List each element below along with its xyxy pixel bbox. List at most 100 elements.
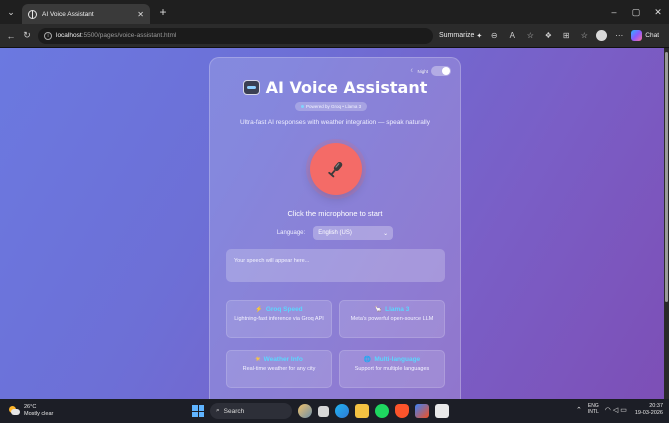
feature-title: ⚡ Groq Speed [227,306,331,313]
weather-widget[interactable]: 26°C Mostly clear [0,404,120,417]
temperature: 26°C [24,404,37,411]
task-view-icon[interactable] [318,405,329,417]
feature-card-groq: ⚡ Groq Speed Lightning-fast inference vi… [226,300,332,338]
zoom-icon[interactable]: ⊖ [488,31,500,40]
tray-overflow-icon[interactable]: ⌃ [576,406,582,414]
summarize-button[interactable]: Summarize ✦ [439,32,482,40]
lang-bottom: INTL [587,408,599,415]
transcript-box[interactable]: Your speech will appear here... [226,249,445,282]
new-tab-button[interactable]: + [154,5,172,19]
feature-card-weather: ☀ Weather Info Real-time weather for any… [226,350,332,388]
url-input[interactable]: i localhost:5500/pages/voice-assistant.h… [38,27,433,44]
copilot-icon [631,30,643,41]
weather-text: 26°C Mostly clear [24,404,53,417]
widgets-app-icon[interactable] [298,404,312,418]
url-path: :5500/pages/voice-assistant.html [81,32,177,39]
subtitle: Ultra-fast AI responses with weather int… [239,119,431,126]
split-screen-icon[interactable]: ⊞ [560,31,572,40]
minimize-button[interactable]: – [603,0,625,24]
feature-desc: Meta's powerful open-source LLM [350,316,434,322]
url-host: localhost [56,32,82,39]
time: 20:37 [649,403,663,409]
close-window-button[interactable]: ✕ [647,0,669,24]
input-language[interactable]: ENG INTL [588,404,599,415]
night-label: Night [417,68,428,74]
lightning-icon: ⚡ [255,307,263,313]
microphone-icon [328,162,343,178]
summarize-icon: ✦ [476,32,483,40]
tab-title: AI Voice Assistant [42,10,94,18]
night-mode-toggle[interactable]: ☾ Night [410,66,451,76]
feature-desc: Real-time weather for any city [242,366,316,372]
taskbar-apps: ⌕ Search [192,403,449,419]
feature-title-text: Llama 3 [385,306,410,313]
language-label: Language: [276,230,306,236]
language-select[interactable]: English (US) ⌄ [313,226,394,240]
feature-card-multilang: 🌐 Multi-language Support for multiple la… [339,350,445,388]
night-switch[interactable] [431,66,451,76]
llama-icon: 🦙 [374,307,383,313]
feature-card-llama: 🦙 Llama 3 Meta's powerful open-source LL… [339,300,445,338]
feature-title: 🌐 Multi-language [340,356,444,363]
feature-desc: Lightning-fast inference via Groq API [234,316,324,322]
feature-title: ☀ Weather Info [227,356,331,363]
badge-text: Powered by Groq • Llama 3 [306,104,362,109]
globe-icon: 🌐 [363,357,372,363]
wifi-volume-battery-icons[interactable]: ◠◁▭ [605,406,629,414]
brave-icon[interactable] [395,404,409,418]
scrollbar-thumb[interactable] [665,52,668,302]
feature-desc: Support for multiple languages [354,366,430,372]
assistant-card: ☾ Night AI Voice Assistant Powered by Gr… [209,57,461,399]
file-explorer-icon[interactable] [355,404,369,418]
sun-icon: ☀ [255,357,261,363]
browser-tab-bar: ⌄ AI Voice Assistant ✕ + – ▢ ✕ [0,0,669,24]
search-label: Search [223,407,245,415]
vscode-icon[interactable] [435,404,449,418]
site-info-icon[interactable]: i [44,31,52,40]
partly-cloudy-icon [8,406,20,416]
page-title: AI Voice Assistant [265,78,428,97]
feature-title-text: Groq Speed [265,306,303,313]
page-background: ☾ Night AI Voice Assistant Powered by Gr… [0,48,664,399]
microphone-button[interactable] [310,143,362,195]
weather-condition: Mostly clear [24,411,54,417]
back-icon[interactable]: ← [6,31,16,41]
read-aloud-icon[interactable]: A [506,31,518,40]
spotify-icon[interactable] [375,404,389,418]
tab-close-icon[interactable]: ✕ [137,10,144,19]
feature-title-text: Weather Info [263,356,303,363]
store-icon[interactable] [415,404,429,418]
tab-actions-icon[interactable]: ⌄ [0,0,22,24]
more-menu-icon[interactable]: ⋯ [613,31,625,40]
page-scrollbar[interactable] [664,48,669,399]
date: 19-03-2026 [634,409,663,416]
address-bar-row: ← ↻ i localhost:5500/pages/voice-assista… [0,24,669,48]
language-row: Language: English (US) ⌄ [210,226,460,240]
browser-tab[interactable]: AI Voice Assistant ✕ [22,4,150,24]
feature-title-text: Multi-language [374,356,421,363]
mic-status-text: Click the microphone to start [287,209,383,218]
extensions-icon[interactable]: ❖ [542,31,554,40]
favorites-icon[interactable]: ☆ [578,31,590,40]
search-icon: ⌕ [216,407,220,414]
profile-avatar[interactable] [596,30,608,41]
robot-icon [242,80,260,95]
favorite-star-icon[interactable]: ☆ [524,31,536,40]
refresh-icon[interactable]: ↻ [22,30,32,41]
globe-icon [28,9,37,19]
switch-knob [442,67,450,75]
copilot-button[interactable]: Chat [631,30,659,41]
system-tray: ⌃ ENG INTL ◠◁▭ 20:37 19-03-2026 [576,403,663,417]
taskbar-search[interactable]: ⌕ Search [210,403,292,419]
windows-start-icon[interactable] [192,405,204,417]
edge-browser-icon[interactable] [335,404,349,418]
clock[interactable]: 20:37 19-03-2026 [635,403,663,417]
moon-icon: ☾ [410,68,415,73]
taskbar: 26°C Mostly clear ⌕ Search ⌃ ENG INTL ◠◁… [0,399,669,423]
badge-dot-icon [301,105,304,108]
language-value: English (US) [318,230,352,236]
title-row: AI Voice Assistant [210,78,460,97]
powered-by-badge: Powered by Groq • Llama 3 [295,102,368,111]
maximize-button[interactable]: ▢ [625,0,647,24]
copilot-label: Chat [645,32,660,39]
